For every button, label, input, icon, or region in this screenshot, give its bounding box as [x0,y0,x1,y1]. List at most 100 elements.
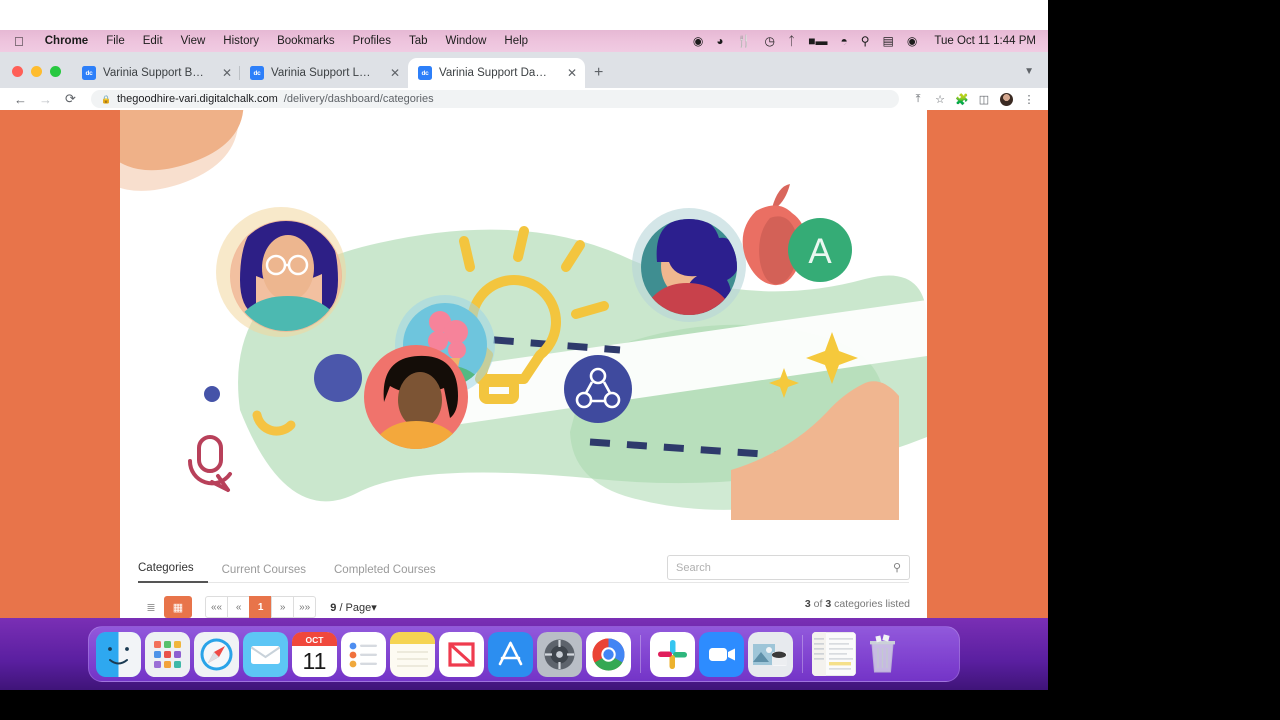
list-toolbar: ≣ ▦ «« « 1 » »» 9 / Page▾ [138,596,377,618]
dock-item-document-window[interactable] [812,632,856,676]
result-count-suffix: categories listed [834,598,910,610]
per-page-value: 9 [330,601,337,614]
pagination-last[interactable]: »» [293,596,317,618]
dock-item-calendar[interactable]: OCT 11 [292,631,337,677]
url-host: thegoodhire-vari.digitalchalk.com [116,93,278,105]
dock-item-trash[interactable] [860,632,905,677]
dock-item-google-chrome[interactable] [586,631,631,677]
macos-menu-bar:  Chrome File Edit View History Bookmark… [0,30,1048,52]
menu-item-history[interactable]: History [214,35,268,47]
bottom-black-bar [0,690,1048,720]
dashboard-tab-bar: Categories Current Courses Completed Cou… [138,562,450,583]
search-box[interactable]: Search ⚲ [667,555,910,580]
utensils-icon[interactable]: 🍴 [737,35,752,47]
grid-view-toggle[interactable]: ▦ [164,596,192,618]
svg-text:A: A [808,232,832,271]
star-icon[interactable]: ☆ [929,93,951,106]
per-page-suffix: / Page [339,601,372,614]
dock-item-safari[interactable] [194,631,239,677]
chevron-down-icon[interactable]: ▼ [1010,66,1048,88]
menu-item-window[interactable]: Window [437,35,496,47]
url-path: /delivery/dashboard/categories [283,93,434,105]
window-close-button[interactable] [12,66,23,77]
menu-item-profiles[interactable]: Profiles [344,35,400,47]
dock-item-news[interactable] [439,631,484,677]
dock-item-system-preferences[interactable] [537,631,582,677]
clock-icon[interactable]: ◷ [765,35,775,47]
bluetooth-icon[interactable]: ᛏ [788,35,795,47]
list-view-toggle[interactable]: ≣ [138,596,164,618]
search-icon[interactable]: ⚲ [893,561,901,574]
menu-item-edit[interactable]: Edit [134,35,172,47]
site-favicon: dc [250,66,264,80]
pagination-prev[interactable]: « [227,596,251,618]
menu-bar-status-area: ◉ ◕ 🍴 ◷ ᛏ ■▬ ◓ ⚲ ▤ ◉ Tue Oct 11 1:44 PM [693,35,1040,47]
per-page-selector[interactable]: 9 / Page▾ [330,601,377,614]
dock-item-slack[interactable] [650,631,695,677]
browser-tab-title: Varinia Support Dashboard [439,67,550,79]
menu-item-view[interactable]: View [172,35,215,47]
menu-bar-clock[interactable]: Tue Oct 11 1:44 PM [930,35,1036,47]
dashboard-hero-illustration: A [120,110,927,550]
spotlight-search-icon[interactable]: ⚲ [861,35,870,47]
forward-button[interactable]: → [33,92,58,107]
dock-item-photos-app[interactable] [748,631,793,677]
tab-categories[interactable]: Categories [138,562,208,583]
address-bar[interactable]: 🔒 thegoodhire-vari.digitalchalk.com/deli… [91,90,899,108]
puzzle-icon[interactable]: 🧩 [951,93,973,106]
reload-button[interactable]: ⟳ [58,91,83,107]
window-traffic-lights [0,66,72,88]
dock-item-mail[interactable] [243,631,288,677]
share-icon[interactable]: ⤒ [907,93,929,106]
new-tab-button[interactable]: + [585,65,612,88]
pagination-next[interactable]: » [271,596,295,618]
dashboard-content-card: A Categories Current Courses Completed C… [120,110,927,618]
browser-tab-3-active[interactable]: dc Varinia Support Dashboard ✕ [408,58,585,88]
browser-tab-1[interactable]: dc Varinia Support Brands ✕ [72,58,240,88]
tab-current-courses[interactable]: Current Courses [208,564,320,583]
dock-item-finder[interactable] [96,631,141,677]
dashboard-controls: Categories Current Courses Completed Cou… [120,550,927,618]
window-maximize-button[interactable] [50,66,61,77]
site-favicon: dc [82,66,96,80]
control-center-icon[interactable]: ◉ [907,35,917,47]
dock-item-zoom[interactable] [699,631,744,677]
side-panel-icon[interactable]: ◫ [973,93,995,106]
dock-item-launchpad[interactable] [145,631,190,677]
chrome-tab-strip: dc Varinia Support Brands ✕ dc Varinia S… [0,52,1048,88]
browser-tab-close-icon[interactable]: ✕ [380,67,400,79]
dock-item-notes[interactable] [390,631,435,677]
chevron-down-icon: ▾ [371,601,377,614]
wifi-icon[interactable]: ◓ [840,35,847,47]
browser-tab-2[interactable]: dc Varinia Support Login ✕ [240,58,408,88]
menu-item-help[interactable]: Help [495,35,537,47]
back-button[interactable]: ← [8,92,33,107]
creative-cloud-icon[interactable]: ◕ [716,35,723,47]
menu-item-chrome[interactable]: Chrome [36,35,97,47]
tab-completed-courses[interactable]: Completed Courses [320,564,450,583]
result-count-shown: 3 [804,598,811,610]
browser-tab-close-icon[interactable]: ✕ [557,67,577,79]
dock-item-app-store[interactable] [488,631,533,677]
menu-item-file[interactable]: File [97,35,134,47]
search-input[interactable]: Search [676,562,893,574]
dock-divider [640,635,641,673]
avatar[interactable] [999,91,1014,107]
window-minimize-button[interactable] [31,66,42,77]
macos-screen:  Chrome File Edit View History Bookmark… [0,0,1048,690]
battery-icon[interactable]: ■▬ [808,35,827,47]
pagination-first[interactable]: «« [205,596,229,618]
three-dot-menu-icon[interactable]: ⋮ [1018,93,1040,106]
display-icon[interactable]: ▤ [883,35,894,47]
grammarly-icon[interactable]: ◉ [693,35,703,47]
browser-tab-close-icon[interactable]: ✕ [212,67,232,79]
dock-item-reminders[interactable] [341,631,386,677]
menu-item-tab[interactable]: Tab [400,35,437,47]
svg-text:OCT: OCT [306,635,325,645]
browser-tab-title: Varinia Support Login [271,67,373,79]
menu-item-bookmarks[interactable]: Bookmarks [268,35,344,47]
lock-icon: 🔒 [101,94,111,104]
pagination-page-1[interactable]: 1 [249,596,273,618]
right-black-bar [1048,0,1280,720]
apple-logo-icon[interactable]:  [14,35,24,48]
